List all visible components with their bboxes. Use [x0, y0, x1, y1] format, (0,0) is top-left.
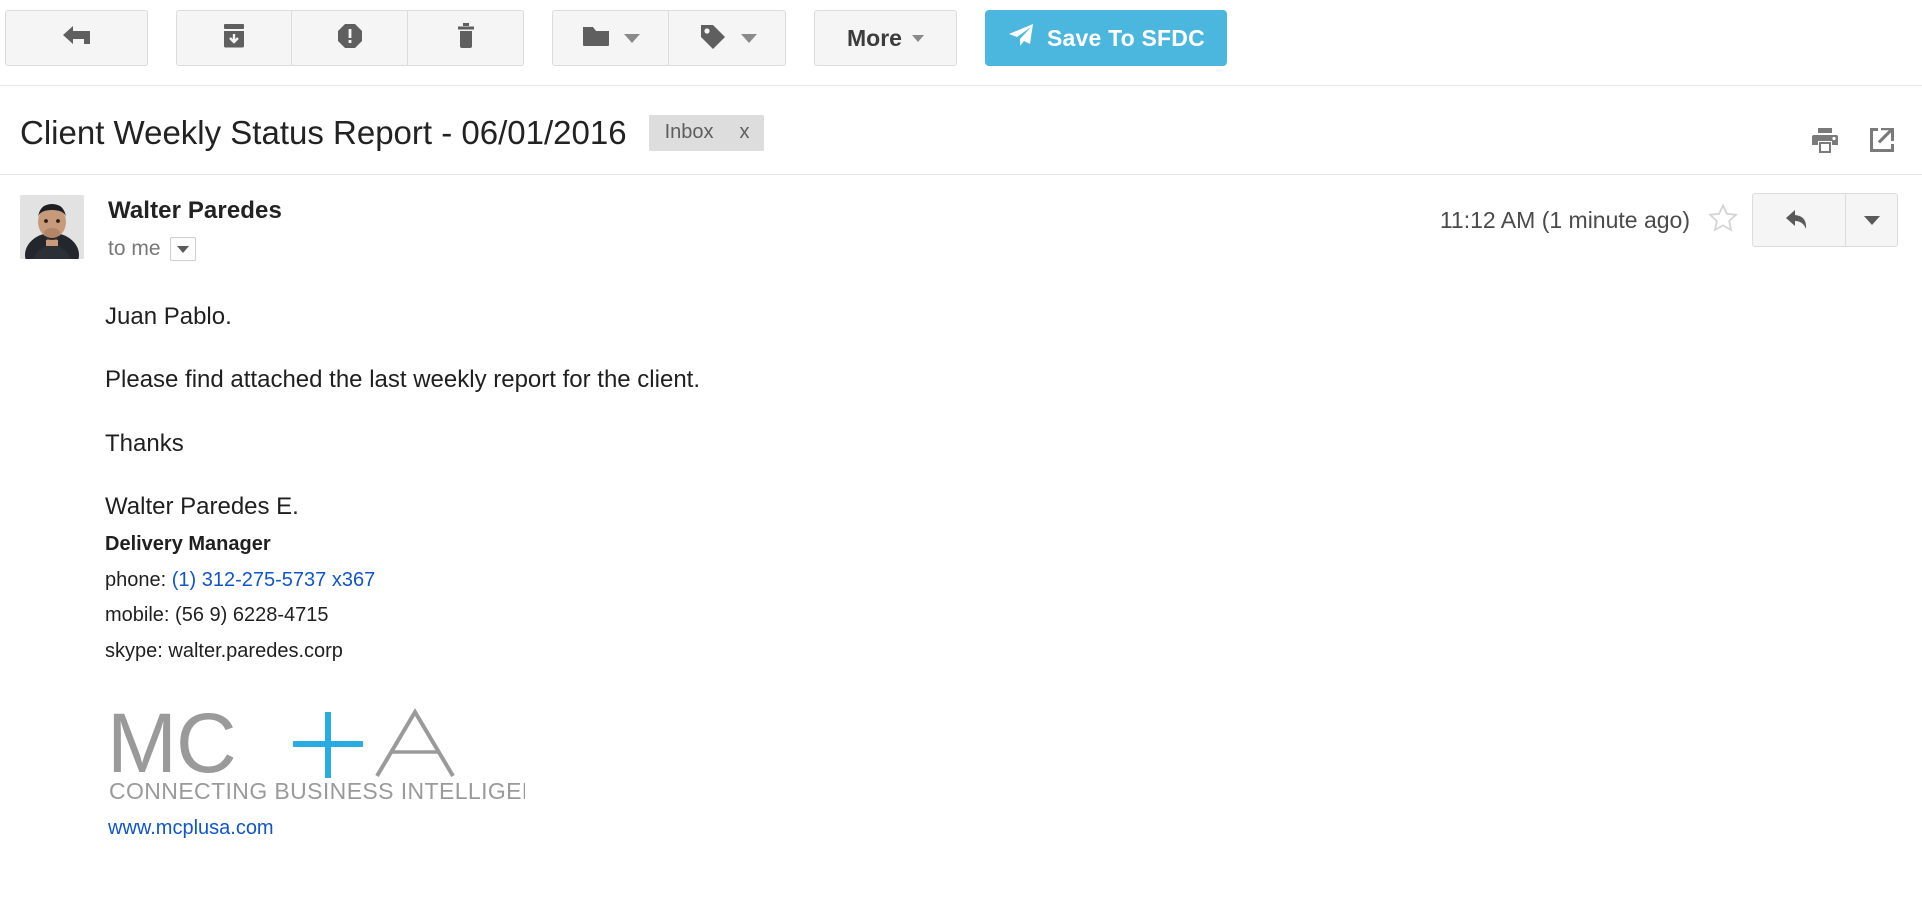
archive-button[interactable]: [176, 10, 292, 66]
signature-skype-value: walter.paredes.corp: [168, 640, 343, 663]
signature-phone-link[interactable]: (1) 312-275-5737 x367: [172, 569, 375, 591]
label-chip-inbox: Inbox x: [648, 115, 764, 151]
svg-text:CONNECTING BUSINESS INTELLIGEN: CONNECTING BUSINESS INTELLIGENCE: [109, 778, 525, 804]
labels-button[interactable]: [669, 10, 786, 66]
printer-icon[interactable]: [1810, 126, 1840, 159]
sender-block: Walter Paredes to me: [108, 195, 282, 261]
message-header-actions: 11:12 AM (1 minute ago): [1440, 193, 1898, 247]
mc-plus-a-logo-mark: MC CONNECTING BUSINESS INTELLIGENCE: [107, 696, 571, 804]
paper-plane-icon: [1007, 22, 1035, 54]
chevron-down-icon: [176, 245, 189, 253]
archive-icon: [219, 21, 249, 56]
signature-name: Walter Paredes E.: [105, 492, 299, 520]
sender-name: Walter Paredes: [108, 197, 282, 224]
back-arrow-icon: [60, 22, 94, 55]
open-in-new-window-icon[interactable]: [1868, 126, 1896, 159]
chevron-down-icon: [1863, 215, 1880, 225]
message-timestamp: 11:12 AM (1 minute ago): [1439, 206, 1690, 233]
svg-text:MC: MC: [107, 700, 236, 790]
message-header: Walter Paredes to me 11:12 AM (1 minute …: [0, 175, 1922, 261]
signature-mobile-label: mobile:: [105, 604, 170, 627]
toolbar-group-organize: [552, 10, 786, 66]
signature-phone-row: phone: (1) 312-275-5737 x367: [105, 569, 1898, 593]
label-chip-text: Inbox: [664, 121, 714, 143]
chevron-down-icon: [911, 34, 924, 42]
save-to-sfdc-button[interactable]: Save To SFDC: [985, 10, 1227, 66]
signature-title: Delivery Manager: [105, 533, 271, 556]
signature-phone-label: phone:: [105, 568, 167, 591]
trash-icon: [451, 21, 481, 56]
signature-mobile-row: mobile: (56 9) 6228-4715: [105, 604, 1898, 628]
move-to-button[interactable]: [552, 10, 669, 66]
reply-button-group: [1752, 193, 1898, 247]
toolbar-group-manage: [176, 10, 524, 66]
avatar: [20, 195, 84, 259]
body-paragraph: Please find attached the last weekly rep…: [105, 366, 700, 394]
company-website-link[interactable]: www.mcplusa.com: [108, 817, 1898, 841]
back-button[interactable]: [5, 10, 148, 66]
message-body: Juan Pablo. Please find attached the las…: [0, 261, 1922, 841]
spam-button[interactable]: [292, 10, 408, 66]
recipient-label: to me: [108, 237, 161, 260]
delete-button[interactable]: [408, 10, 524, 66]
save-to-sfdc-label: Save To SFDC: [1047, 24, 1205, 51]
tag-icon: [698, 22, 728, 55]
more-button-label: More: [847, 24, 902, 51]
star-outline-icon[interactable]: [1708, 202, 1738, 238]
company-logo: MC CONNECTING BUSINESS INTELLIGENCE www.…: [105, 696, 1898, 841]
email-signature: Walter Paredes E. Delivery Manager phone…: [105, 493, 1898, 841]
label-chip-remove-button[interactable]: x: [740, 121, 750, 144]
body-paragraph: Thanks: [105, 429, 184, 457]
reply-arrow-icon: [1786, 210, 1807, 229]
signature-skype-label: skype:: [105, 640, 163, 663]
body-paragraph: Juan Pablo.: [105, 303, 232, 330]
chevron-down-icon: [740, 33, 757, 43]
subject-row: Client Weekly Status Report - 06/01/2016…: [0, 86, 1922, 174]
folder-icon: [581, 23, 611, 54]
show-details-button[interactable]: [169, 237, 196, 261]
report-spam-icon: [335, 21, 365, 56]
recipient-line: to me: [108, 237, 282, 261]
reply-button[interactable]: [1752, 193, 1846, 247]
subject-actions: [1810, 126, 1896, 159]
chevron-down-icon: [624, 33, 640, 43]
more-button[interactable]: More: [814, 10, 957, 66]
signature-mobile-value: (56 9) 6228-4715: [175, 604, 329, 627]
message-toolbar: More Save To SFDC: [0, 0, 1922, 86]
message-more-options-button[interactable]: [1846, 193, 1898, 247]
signature-skype-row: skype: walter.paredes.corp: [105, 640, 1898, 664]
page-title: Client Weekly Status Report - 06/01/2016: [20, 114, 627, 151]
